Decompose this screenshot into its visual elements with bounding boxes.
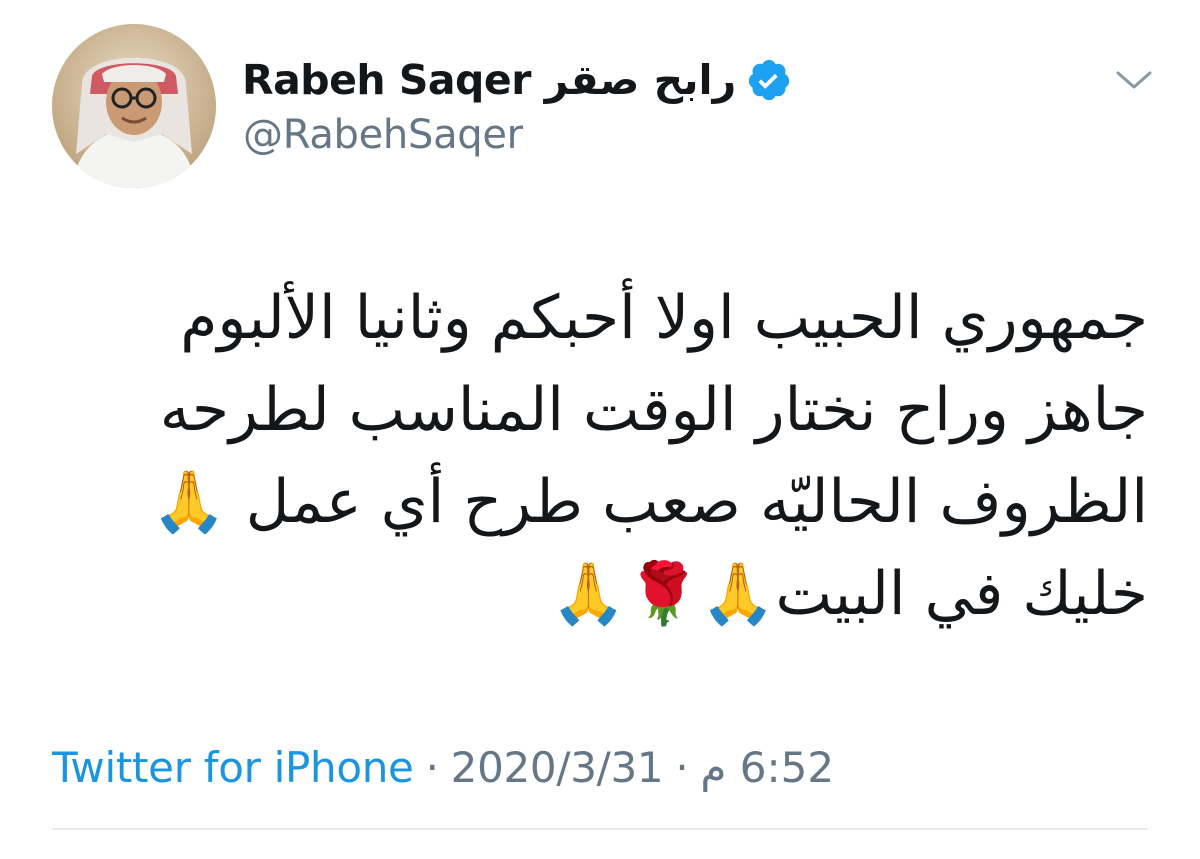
divider [52,828,1148,830]
chevron-down-icon[interactable] [1112,66,1156,94]
verified-badge-icon [746,57,792,103]
meta-separator: · [425,742,439,792]
tweet-line: جاهز وراح نختار الوقت المناسب لطرحه [159,375,1148,445]
meta-separator: · [675,742,689,792]
tweet-time[interactable]: 6:52 م [700,743,834,792]
tweet-date[interactable]: 2020/3/31 [451,743,664,792]
tweet-source-link[interactable]: Twitter for iPhone [52,743,414,792]
tweet-line: خليك في البيت🙏🌹🙏 [551,559,1148,629]
tweet-line: الظروف الحاليّه صعب طرح أي عمل 🙏 [151,467,1148,537]
avatar-photo [52,24,216,188]
author-name-row[interactable]: Rabeh Saqer رابح صقر [242,52,792,108]
avatar[interactable] [52,24,216,188]
author-display-name[interactable]: Rabeh Saqer رابح صقر [242,56,737,104]
tweet-line: جمهوري الحبيب اولا أحبكم وثانيا الألبوم [180,283,1148,353]
tweet-meta: Twitter for iPhone · 2020/3/31 · 6:52 م [52,740,834,794]
tweet-text: جمهوري الحبيب اولا أحبكم وثانيا الألبوم … [88,272,1148,640]
author-handle[interactable]: @RabehSaqer [243,112,523,158]
